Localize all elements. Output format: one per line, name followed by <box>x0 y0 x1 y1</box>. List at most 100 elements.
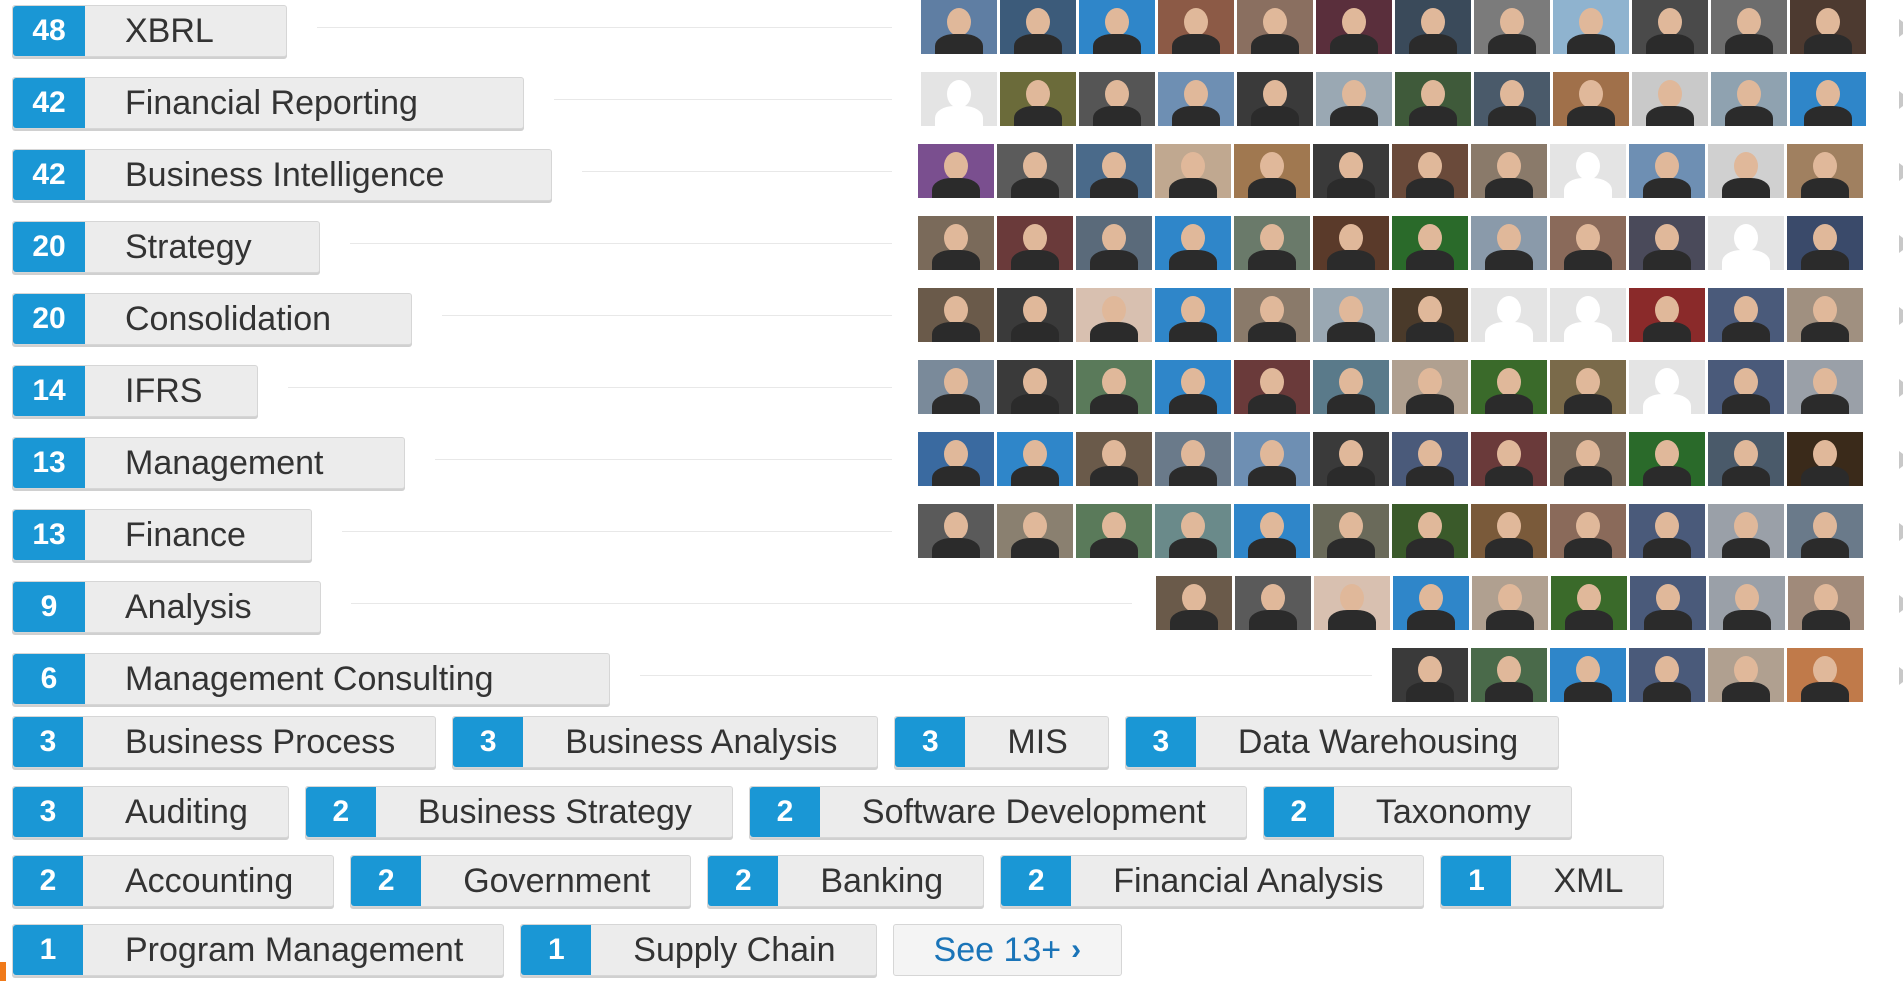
endorser-avatar[interactable] <box>1392 432 1468 486</box>
endorser-avatar[interactable] <box>1079 72 1155 126</box>
endorser-avatar[interactable] <box>1076 216 1152 270</box>
endorser-avatar[interactable] <box>1395 72 1471 126</box>
endorser-avatar[interactable] <box>918 504 994 558</box>
endorser-avatar[interactable] <box>1392 288 1468 342</box>
endorser-avatar[interactable] <box>1630 576 1706 630</box>
endorser-avatar[interactable] <box>1787 648 1863 702</box>
default-avatar[interactable] <box>1708 216 1784 270</box>
endorser-avatar[interactable] <box>1711 0 1787 54</box>
endorser-avatar[interactable] <box>1708 504 1784 558</box>
endorser-avatar[interactable] <box>1316 72 1392 126</box>
endorser-avatar[interactable] <box>1708 144 1784 198</box>
skill-tag[interactable]: 3 Data Warehousing <box>1124 716 1560 768</box>
endorser-avatar[interactable] <box>1632 72 1708 126</box>
endorser-avatar[interactable] <box>1550 504 1626 558</box>
skill-tag[interactable]: 2 Software Development <box>748 786 1247 838</box>
skill-tag[interactable]: 2 Taxonomy <box>1262 786 1572 838</box>
skill-tag[interactable]: 2 Government <box>350 855 692 907</box>
endorser-avatar[interactable] <box>1313 360 1389 414</box>
endorser-avatar[interactable] <box>1076 432 1152 486</box>
endorser-avatar[interactable] <box>1553 0 1629 54</box>
endorser-avatar[interactable] <box>1313 432 1389 486</box>
default-avatar[interactable] <box>1550 144 1626 198</box>
expand-arrow-icon[interactable] <box>1899 451 1903 469</box>
skill-tag[interactable]: 3 Auditing <box>12 786 289 838</box>
endorser-avatar[interactable] <box>918 144 994 198</box>
endorser-avatar[interactable] <box>1395 0 1471 54</box>
endorser-avatar[interactable] <box>1155 432 1231 486</box>
endorser-avatar[interactable] <box>1234 216 1310 270</box>
endorser-avatar[interactable] <box>1155 216 1231 270</box>
endorser-avatar[interactable] <box>1392 504 1468 558</box>
endorser-avatar[interactable] <box>1471 432 1547 486</box>
endorser-avatar[interactable] <box>1000 0 1076 54</box>
endorser-avatar[interactable] <box>918 360 994 414</box>
skill-pill[interactable]: 42 Financial Reporting <box>12 77 524 129</box>
endorser-avatar[interactable] <box>1313 216 1389 270</box>
endorser-avatar[interactable] <box>1313 504 1389 558</box>
endorser-avatar[interactable] <box>1158 72 1234 126</box>
default-avatar[interactable] <box>1550 288 1626 342</box>
endorser-avatar[interactable] <box>1787 504 1863 558</box>
endorser-avatar[interactable] <box>1708 360 1784 414</box>
expand-arrow-icon[interactable] <box>1899 667 1903 685</box>
endorser-avatar[interactable] <box>1234 432 1310 486</box>
skill-pill[interactable]: 48 XBRL <box>12 5 287 57</box>
endorser-avatar[interactable] <box>1155 288 1231 342</box>
endorser-avatar[interactable] <box>1392 648 1468 702</box>
endorser-avatar[interactable] <box>997 216 1073 270</box>
endorser-avatar[interactable] <box>1553 72 1629 126</box>
endorser-avatar[interactable] <box>1790 72 1866 126</box>
endorser-avatar[interactable] <box>1629 288 1705 342</box>
endorser-avatar[interactable] <box>1632 0 1708 54</box>
expand-arrow-icon[interactable] <box>1899 163 1903 181</box>
expand-arrow-icon[interactable] <box>1899 307 1903 325</box>
endorser-avatar[interactable] <box>1787 216 1863 270</box>
endorser-avatar[interactable] <box>1471 504 1547 558</box>
skill-tag[interactable]: 3 Business Process <box>12 716 437 768</box>
see-more-button[interactable]: See 13+ › <box>892 924 1123 976</box>
endorser-avatar[interactable] <box>1155 360 1231 414</box>
endorser-avatar[interactable] <box>921 0 997 54</box>
skill-tag[interactable]: 2 Financial Analysis <box>1000 855 1425 907</box>
endorser-avatar[interactable] <box>1158 0 1234 54</box>
endorser-avatar[interactable] <box>1474 72 1550 126</box>
endorser-avatar[interactable] <box>997 504 1073 558</box>
endorser-avatar[interactable] <box>1629 504 1705 558</box>
endorser-avatar[interactable] <box>1316 0 1392 54</box>
endorser-avatar[interactable] <box>1787 288 1863 342</box>
endorser-avatar[interactable] <box>1790 0 1866 54</box>
endorser-avatar[interactable] <box>1313 288 1389 342</box>
endorser-avatar[interactable] <box>1471 360 1547 414</box>
endorser-avatar[interactable] <box>1550 360 1626 414</box>
skill-pill[interactable]: 13 Finance <box>12 509 312 561</box>
endorser-avatar[interactable] <box>918 288 994 342</box>
endorser-avatar[interactable] <box>1392 144 1468 198</box>
endorser-avatar[interactable] <box>997 288 1073 342</box>
skill-pill[interactable]: 9 Analysis <box>12 581 321 633</box>
skill-pill[interactable]: 6 Management Consulting <box>12 653 610 705</box>
endorser-avatar[interactable] <box>1155 504 1231 558</box>
skill-tag[interactable]: 3 Business Analysis <box>452 716 879 768</box>
endorser-avatar[interactable] <box>997 360 1073 414</box>
skill-tag[interactable]: 1 XML <box>1440 855 1665 907</box>
endorser-avatar[interactable] <box>1471 144 1547 198</box>
default-avatar[interactable] <box>1629 360 1705 414</box>
endorser-avatar[interactable] <box>1708 648 1784 702</box>
endorser-avatar[interactable] <box>1076 144 1152 198</box>
endorser-avatar[interactable] <box>1709 576 1785 630</box>
endorser-avatar[interactable] <box>1474 0 1550 54</box>
endorser-avatar[interactable] <box>1235 576 1311 630</box>
endorser-avatar[interactable] <box>1551 576 1627 630</box>
endorser-avatar[interactable] <box>1076 360 1152 414</box>
endorser-avatar[interactable] <box>1393 576 1469 630</box>
expand-arrow-icon[interactable] <box>1899 523 1903 541</box>
skill-pill[interactable]: 14 IFRS <box>12 365 258 417</box>
endorser-avatar[interactable] <box>1234 504 1310 558</box>
expand-arrow-icon[interactable] <box>1899 91 1903 109</box>
skill-pill[interactable]: 13 Management <box>12 437 405 489</box>
skill-tag[interactable]: 2 Accounting <box>12 855 335 907</box>
expand-arrow-icon[interactable] <box>1899 595 1903 613</box>
endorser-avatar[interactable] <box>997 432 1073 486</box>
endorser-avatar[interactable] <box>1787 144 1863 198</box>
